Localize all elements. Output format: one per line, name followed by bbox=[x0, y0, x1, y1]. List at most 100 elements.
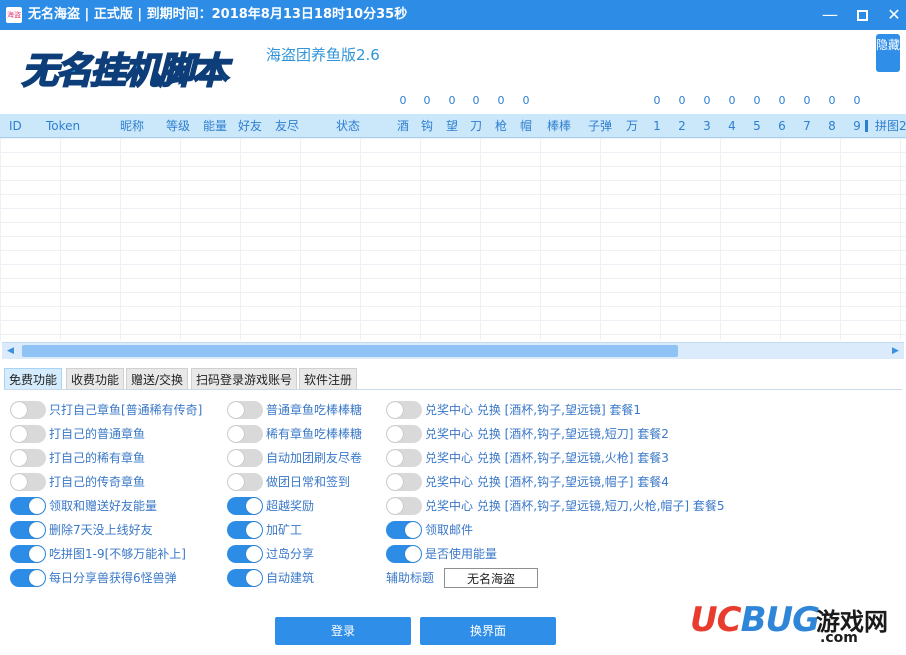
toggle-switch[interactable] bbox=[386, 449, 422, 467]
toggle-switch[interactable] bbox=[10, 569, 46, 587]
option-label: 兑奖中心 兑换 [酒杯,钩子,望远镜,短刀,火枪,帽子] 套餐5 bbox=[425, 499, 725, 513]
toggle-switch[interactable] bbox=[227, 401, 263, 419]
column-header-8[interactable]: 8 bbox=[822, 114, 842, 137]
column-header-hat[interactable]: 帽 bbox=[516, 114, 536, 137]
column-header-wildcard[interactable]: 万 bbox=[622, 114, 642, 137]
column-header-9[interactable]: 9 bbox=[847, 114, 867, 137]
column-header-1[interactable]: 1 bbox=[647, 114, 667, 137]
column-header-telescope[interactable]: 望 bbox=[442, 114, 462, 137]
column-header-hook[interactable]: 钩 bbox=[417, 114, 437, 137]
total-count: 0 bbox=[399, 94, 407, 107]
toggle-switch[interactable] bbox=[386, 425, 422, 443]
column-header-friend-end[interactable]: 友尽 bbox=[275, 114, 299, 137]
toggle-switch[interactable] bbox=[386, 401, 422, 419]
column-header-friends[interactable]: 好友 bbox=[238, 114, 262, 137]
toggle-switch[interactable] bbox=[227, 473, 263, 491]
column-header-5[interactable]: 5 bbox=[747, 114, 767, 137]
scroll-right-icon[interactable]: ▶ bbox=[887, 343, 904, 359]
close-button[interactable]: ✕ bbox=[878, 0, 906, 30]
column-header-2[interactable]: 2 bbox=[672, 114, 692, 137]
toggle-switch[interactable] bbox=[10, 521, 46, 539]
total-count: 0 bbox=[728, 94, 736, 107]
hide-button[interactable]: 隐藏 bbox=[876, 34, 900, 72]
scroll-left-icon[interactable]: ◀ bbox=[2, 343, 19, 359]
account-table-body[interactable] bbox=[0, 138, 906, 340]
toggle-switch[interactable] bbox=[386, 497, 422, 515]
toggle-switch[interactable] bbox=[227, 425, 263, 443]
toggle-switch[interactable] bbox=[10, 401, 46, 419]
toggle-switch[interactable] bbox=[386, 473, 422, 491]
toggle-switch[interactable] bbox=[10, 545, 46, 563]
total-count: 0 bbox=[653, 94, 661, 107]
aux-title-input[interactable] bbox=[444, 568, 538, 588]
header: 无名挂机脚本 海盗团养鱼版2.6 隐藏 0 0 0 0 0 0 0 0 0 0 … bbox=[0, 30, 906, 114]
maximize-icon bbox=[856, 10, 868, 21]
toggle-switch[interactable] bbox=[227, 545, 263, 563]
option-label: 领取邮件 bbox=[425, 523, 474, 537]
column-header-4[interactable]: 4 bbox=[722, 114, 742, 137]
column-header-gun[interactable]: 枪 bbox=[491, 114, 511, 137]
column-header-7[interactable]: 7 bbox=[797, 114, 817, 137]
option-label: 做团日常和签到 bbox=[266, 475, 351, 489]
app-logo: 无名挂机脚本 bbox=[21, 50, 229, 93]
table-header: ID Token 昵称 等级 能量 好友 友尽 状态 酒 钩 望 刀 枪 帽 棒… bbox=[0, 114, 906, 138]
column-header-status[interactable]: 状态 bbox=[336, 114, 360, 137]
toggle-switch[interactable] bbox=[227, 449, 263, 467]
column-header-id[interactable]: ID bbox=[9, 114, 22, 137]
column-header-energy[interactable]: 能量 bbox=[203, 114, 227, 137]
option-label: 过岛分享 bbox=[266, 547, 315, 561]
column-header-knife[interactable]: 刀 bbox=[466, 114, 486, 137]
option-label: 稀有章鱼吃棒棒糖 bbox=[266, 427, 363, 441]
option-label: 普通章鱼吃棒棒糖 bbox=[266, 403, 363, 417]
option-label: 兑奖中心 兑换 [酒杯,钩子,望远镜,火枪] 套餐3 bbox=[425, 451, 669, 465]
toggle-switch[interactable] bbox=[227, 521, 263, 539]
total-count: 0 bbox=[448, 94, 456, 107]
toggle-switch[interactable] bbox=[10, 473, 46, 491]
tab-gift-exchange[interactable]: 赠送/交换 bbox=[126, 368, 189, 390]
maximize-button[interactable] bbox=[846, 0, 878, 30]
column-header-nickname[interactable]: 昵称 bbox=[120, 114, 144, 137]
column-header-lollipop[interactable]: 棒棒 bbox=[547, 114, 571, 137]
total-count: 0 bbox=[678, 94, 686, 107]
option-label: 兑奖中心 兑换 [酒杯,钩子,望远镜,短刀] 套餐2 bbox=[425, 427, 669, 441]
minimize-button[interactable]: — bbox=[814, 0, 846, 30]
option-label: 删除7天没上线好友 bbox=[49, 523, 153, 537]
tab-software-register[interactable]: 软件注册 bbox=[299, 368, 358, 390]
tab-qr-login[interactable]: 扫码登录游戏账号 bbox=[191, 368, 298, 390]
toggle-switch[interactable] bbox=[10, 425, 46, 443]
switch-interface-button[interactable]: 换界面 bbox=[420, 617, 556, 645]
login-button[interactable]: 登录 bbox=[275, 617, 411, 645]
total-count: 0 bbox=[778, 94, 786, 107]
column-header-bullet[interactable]: 子弹 bbox=[588, 114, 612, 137]
column-header-3[interactable]: 3 bbox=[697, 114, 717, 137]
total-count: 0 bbox=[423, 94, 431, 107]
scrollbar-thumb[interactable] bbox=[22, 345, 678, 357]
horizontal-scrollbar[interactable]: ◀ ▶ bbox=[2, 342, 904, 359]
tab-paid-features[interactable]: 收费功能 bbox=[66, 368, 125, 390]
option-label: 打自己的普通章鱼 bbox=[49, 427, 146, 441]
toggle-switch[interactable] bbox=[386, 521, 422, 539]
watermark-ucbug: UCBUG bbox=[690, 600, 820, 640]
column-header-wine[interactable]: 酒 bbox=[393, 114, 413, 137]
toggle-switch[interactable] bbox=[10, 449, 46, 467]
window-title: 无名海盗 | 正式版 | 到期时间：2018年8月13日18时10分35秒 bbox=[28, 7, 408, 22]
column-header-level[interactable]: 等级 bbox=[166, 114, 190, 137]
toggle-switch[interactable] bbox=[227, 569, 263, 587]
toggle-switch[interactable] bbox=[227, 497, 263, 515]
option-label: 加矿工 bbox=[266, 523, 303, 537]
title-bar: 海盗 无名海盗 | 正式版 | 到期时间：2018年8月13日18时10分35秒… bbox=[0, 0, 906, 30]
column-resize-handle[interactable] bbox=[865, 120, 868, 132]
option-label: 领取和赠送好友能量 bbox=[49, 499, 158, 513]
tab-divider bbox=[4, 389, 902, 390]
watermark-logo: UCBUG 游戏网 .com bbox=[690, 600, 900, 652]
option-label: 吃拼图1-9[不够万能补上] bbox=[49, 547, 186, 561]
total-count: 0 bbox=[522, 94, 530, 107]
option-label: 每日分享兽获得6怪兽弹 bbox=[49, 571, 177, 585]
tab-free-features[interactable]: 免费功能 bbox=[4, 368, 63, 390]
column-header-6[interactable]: 6 bbox=[772, 114, 792, 137]
toggle-switch[interactable] bbox=[10, 497, 46, 515]
column-header-token[interactable]: Token bbox=[46, 114, 80, 137]
watermark-bug: BUG bbox=[740, 600, 820, 640]
toggle-switch[interactable] bbox=[386, 545, 422, 563]
column-header-puzzle2[interactable]: 拼图2 bbox=[875, 114, 906, 137]
